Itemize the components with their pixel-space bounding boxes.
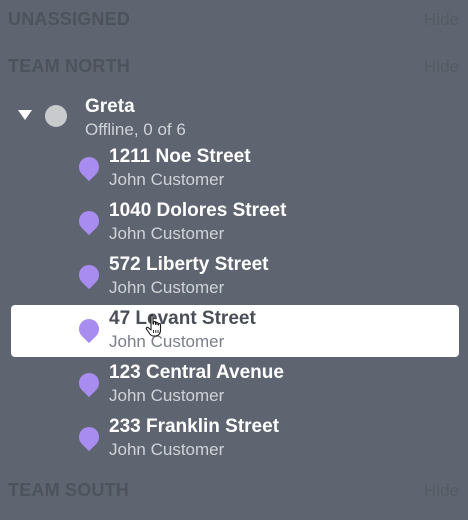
section-team-north: TEAM NORTH Hide (0, 47, 468, 91)
map-pin-icon (74, 260, 104, 290)
task-address: 123 Central Avenue (109, 362, 284, 383)
driver-name: Greta (85, 96, 135, 117)
status-dot-icon (45, 105, 67, 127)
section-title-unassigned: UNASSIGNED (8, 9, 131, 29)
task-address: 1211 Noe Street (109, 146, 251, 167)
hide-team-south-button[interactable]: Hide (424, 481, 459, 501)
task-customer: John Customer (109, 224, 225, 243)
task-row[interactable]: 123 Central Avenue John Customer (11, 359, 459, 411)
section-team-south: TEAM SOUTH Hide (0, 471, 468, 515)
driver-row[interactable]: Greta Offline, 0 of 6 (0, 92, 468, 142)
driver-status: Offline, 0 of 6 (85, 120, 186, 139)
task-customer: John Customer (109, 278, 225, 297)
task-row[interactable]: 1211 Noe Street John Customer (11, 143, 459, 195)
task-row[interactable]: 1040 Dolores Street John Customer (11, 197, 459, 249)
task-address: 572 Liberty Street (109, 254, 269, 275)
caret-down-icon[interactable] (18, 110, 32, 120)
task-customer: John Customer (109, 440, 225, 459)
map-pin-icon (74, 368, 104, 398)
map-pin-icon (74, 314, 104, 344)
map-pin-icon (74, 422, 104, 452)
task-customer: John Customer (109, 332, 225, 351)
hide-team-north-button[interactable]: Hide (424, 57, 459, 77)
hide-unassigned-button[interactable]: Hide (424, 10, 459, 30)
section-unassigned: UNASSIGNED Hide (0, 0, 468, 44)
map-pin-icon (74, 206, 104, 236)
task-customer: John Customer (109, 386, 225, 405)
task-address: 47 Levant Street (109, 308, 256, 329)
task-address: 1040 Dolores Street (109, 200, 287, 221)
task-row[interactable]: 233 Franklin Street John Customer (11, 413, 459, 465)
task-row[interactable]: 572 Liberty Street John Customer (11, 251, 459, 303)
section-title-team-south: TEAM SOUTH (8, 480, 129, 500)
map-pin-icon (74, 152, 104, 182)
task-row-selected[interactable]: 47 Levant Street John Customer (11, 305, 459, 357)
task-address: 233 Franklin Street (109, 416, 280, 437)
section-title-team-north: TEAM NORTH (8, 56, 130, 76)
task-customer: John Customer (109, 170, 225, 189)
